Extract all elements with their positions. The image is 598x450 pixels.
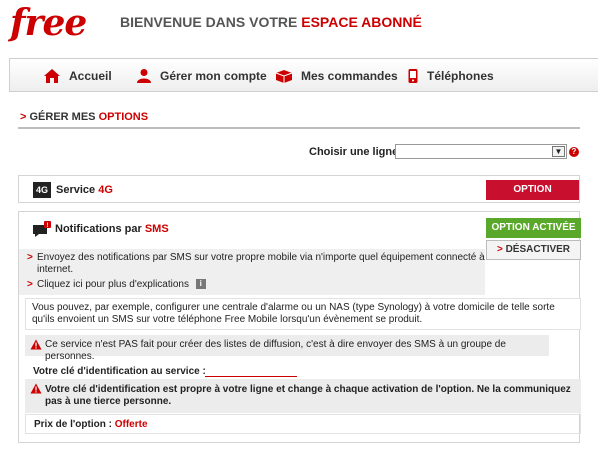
option-enabled-button[interactable]: OPTION ACTIVÉE — [486, 218, 581, 238]
price-label: Prix de l'option : — [34, 419, 115, 430]
sms-title-accent: SMS — [144, 223, 169, 235]
nav-item-commandes[interactable]: Mes commandes — [275, 65, 398, 87]
svg-text:!: ! — [47, 223, 49, 229]
chevron-down-icon[interactable]: ▼ — [552, 146, 565, 157]
option-disabled-button[interactable]: OPTION DÉSACTIVÉE — [486, 180, 579, 215]
option-price: Prix de l'option : Offerte — [25, 414, 581, 434]
info-icon[interactable]: i — [195, 279, 206, 290]
service-4g-title-prefix: Service — [56, 184, 99, 196]
page-title: > GÉRER MES OPTIONS — [20, 111, 148, 123]
deactivate-label: DÉSACTIVER — [505, 244, 571, 255]
header: free BIENVENUE DANS VOTRE ESPACE ABONNÉ — [0, 0, 598, 46]
nav-label: Mes commandes — [301, 69, 398, 83]
welcome-accent: ESPACE ABONNÉ — [301, 14, 422, 30]
sms-title: Notifications par SMS — [55, 223, 169, 235]
example-text: Vous pouvez, par exemple, configurer une… — [25, 298, 581, 330]
nav-label: Accueil — [69, 69, 112, 83]
service-4g-title-accent: 4G — [98, 184, 113, 196]
free-logo[interactable]: free — [10, 2, 87, 44]
help-icon[interactable]: ? — [569, 147, 579, 157]
price-value: Offerte — [114, 419, 148, 430]
welcome-prefix: BIENVENUE DANS VOTRE — [120, 14, 302, 30]
title-divider — [18, 127, 580, 129]
warning-broadcast: Ce service n'est PAS fait pour créer des… — [25, 335, 549, 362]
deactivate-button[interactable]: > DÉSACTIVER — [486, 240, 581, 260]
title-arrow: > — [20, 111, 27, 123]
bullet-text: Envoyez des notifications par SMS sur vo… — [37, 252, 485, 275]
phone-icon — [408, 69, 418, 83]
service-4g-panel: 4G Service 4G OPTION DÉSACTIVÉE — [18, 175, 580, 215]
sms-info-list: > Envoyez des notifications par SMS sur … — [19, 249, 485, 295]
bullet-arrow: > — [27, 279, 33, 290]
4g-icon: 4G — [33, 182, 51, 198]
nav-item-telephones[interactable]: Téléphones — [407, 65, 494, 87]
key-field[interactable] — [205, 367, 297, 377]
title-prefix: GÉRER MES — [29, 111, 99, 123]
sms-title-prefix: Notifications par — [55, 223, 145, 235]
nav-item-gerer-compte[interactable]: Gérer mon compte — [136, 65, 267, 87]
title-accent: OPTIONS — [98, 111, 149, 123]
warning-icon — [30, 339, 42, 350]
nav-label: Gérer mon compte — [160, 69, 267, 83]
welcome-title: BIENVENUE DANS VOTRE ESPACE ABONNÉ — [120, 14, 422, 30]
nav-label: Téléphones — [427, 69, 494, 83]
line-select-label: Choisir une ligne : — [309, 146, 405, 158]
deactivate-arrow: > — [496, 244, 503, 255]
home-icon — [44, 69, 60, 83]
warning-text: Votre clé d'identification est propre à … — [45, 384, 571, 407]
warning-text: Ce service n'est PAS fait pour créer des… — [45, 339, 506, 362]
bullet-text[interactable]: Cliquez ici pour plus d'explications — [37, 279, 189, 290]
bullet-arrow: > — [27, 252, 33, 263]
service-4g-title: Service 4G — [56, 184, 113, 196]
key-label: Votre clé d'identification au service : — [33, 366, 206, 377]
sms-notifications-panel: ! Notifications par SMS OPTION ACTIVÉE >… — [18, 211, 581, 443]
sms-icon: ! — [33, 221, 51, 237]
warning-key-private: Votre clé d'identification est propre à … — [25, 379, 581, 413]
more-info-link[interactable]: > Cliquez ici pour plus d'explications i — [19, 279, 485, 291]
list-item: > Envoyez des notifications par SMS sur … — [19, 252, 485, 276]
main-nav: Accueil Gérer mon compte Mes commandes T… — [9, 58, 598, 92]
line-select[interactable]: ▼ — [395, 144, 567, 159]
nav-item-accueil[interactable]: Accueil — [43, 65, 112, 87]
warning-icon — [30, 383, 42, 394]
user-icon — [137, 69, 151, 83]
package-icon — [275, 70, 293, 83]
